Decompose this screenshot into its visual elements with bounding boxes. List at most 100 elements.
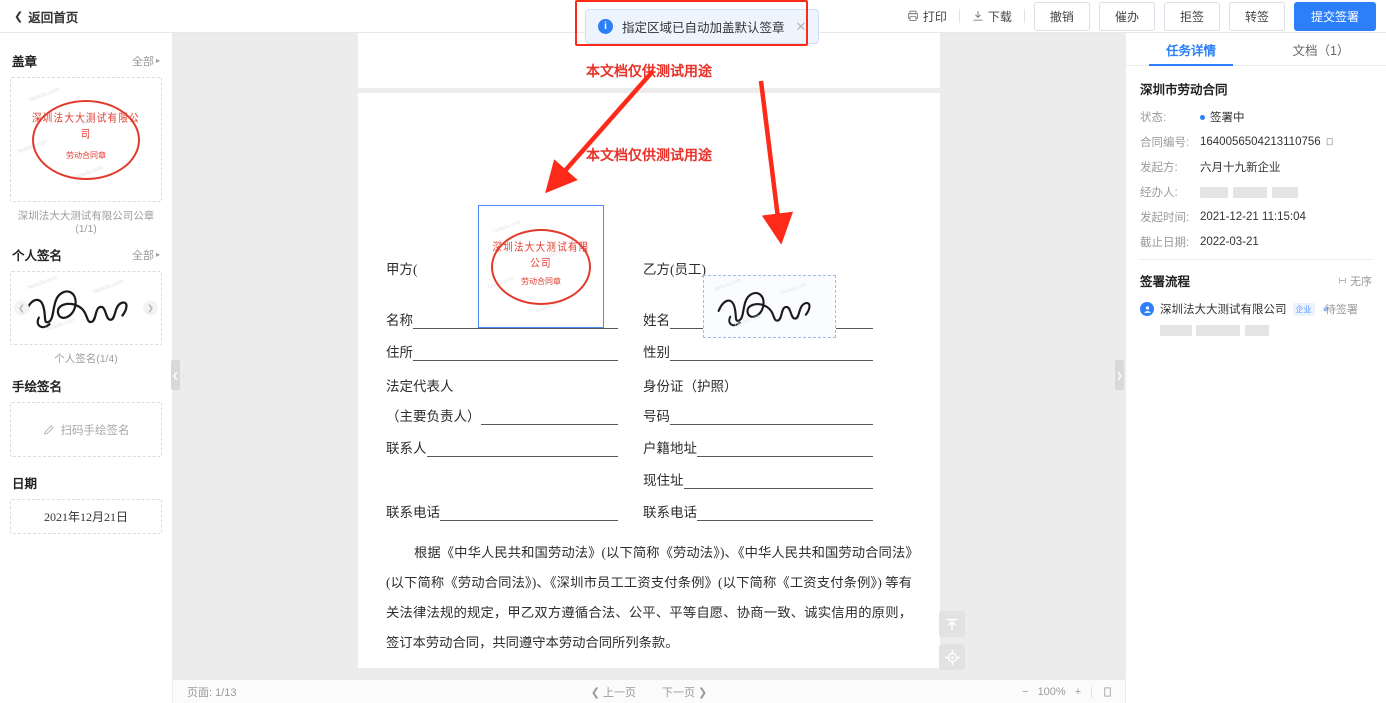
- back-to-home-button[interactable]: ❮ 返回首页: [14, 7, 78, 26]
- signature-next-button[interactable]: ❯: [143, 300, 158, 316]
- handdraw-signature-card[interactable]: 扫码手绘签名: [10, 402, 162, 457]
- reject-sign-button[interactable]: 拒签: [1163, 1, 1220, 31]
- arrow-up-to-line-icon: [946, 618, 958, 631]
- field-row: 联系电话: [386, 503, 618, 521]
- seal-company-name: 深圳法大大测试有限公司: [32, 113, 141, 141]
- next-page-label: 下一页: [662, 686, 695, 699]
- handdraw-section-title: 手绘签名: [12, 380, 63, 394]
- deadline-value: 2022-03-21: [1200, 236, 1259, 248]
- submit-sign-button[interactable]: 提交签署: [1293, 1, 1376, 31]
- person-icon: [1143, 305, 1151, 313]
- field-label: 联系电话: [643, 505, 697, 520]
- next-page-button[interactable]: 下一页 ❯: [662, 684, 707, 700]
- viewer-bottom-bar: 页面: 1/13 ❮ 上一页 下一页 ❯ − 100% + |: [173, 679, 1125, 703]
- field-spacer: [386, 471, 618, 489]
- field-label: 性别: [643, 345, 670, 360]
- urge-button[interactable]: 催办: [1098, 1, 1155, 31]
- right-panel-collapse-handle[interactable]: ❯: [1115, 360, 1124, 390]
- field-underline: [683, 477, 873, 489]
- pencil-icon: [43, 424, 53, 434]
- field-label: 身份证（护照）: [643, 379, 738, 394]
- contract-form: 甲方( 乙方(员工) 名称 住所 法定代表人 （主要负责人） 联系人 联系电话: [358, 93, 940, 668]
- seal-caption: 深圳法大大测试有限公司公章(1/1): [17, 210, 155, 235]
- field-label: 联系电话: [386, 505, 440, 520]
- seal-thumbnail-card[interactable]: fadada.com fadada.com fadada.com fadada.…: [10, 77, 162, 202]
- field-underline: [670, 413, 873, 425]
- annotation-highlight-box: [575, 0, 808, 46]
- placed-seal-field[interactable]: fadada.com fadada.com fadada.com fadada.…: [478, 205, 604, 328]
- start-time-value: 2021-12-21 11:15:04: [1200, 211, 1306, 223]
- scroll-to-top-button[interactable]: [939, 611, 965, 637]
- field-underline: [697, 445, 873, 457]
- party-a-fields: 名称 住所 法定代表人 （主要负责人） 联系人 联系电话: [386, 311, 618, 535]
- print-button[interactable]: 打印: [895, 8, 959, 25]
- field-label: （主要负责人）: [386, 409, 481, 424]
- seal-view-all-label: 全部: [131, 55, 154, 68]
- field-row: 住所: [386, 343, 618, 361]
- field-underline: [480, 413, 618, 425]
- flow-participant-row: 深圳法大大测试有限公司 企业 待签署: [1140, 301, 1372, 317]
- field-row: 性别: [643, 343, 873, 361]
- flow-order-toggle[interactable]: 无序: [1338, 273, 1372, 289]
- document-scroll-area[interactable]: 本文档仅供测试用途 本文档仅供测试用途 甲方( 乙方(员工) 名称 住所 法定代…: [173, 33, 1125, 679]
- placed-signature-field[interactable]: fadada.com fadada.com fadada.com: [703, 275, 836, 338]
- prev-page-button[interactable]: ❮ 上一页: [591, 684, 636, 700]
- handdraw-section-header: 手绘签名: [12, 376, 160, 395]
- date-stamp-card[interactable]: 2021年12月21日: [10, 499, 162, 534]
- download-label: 下载: [987, 9, 1012, 24]
- field-row: 号码: [643, 407, 873, 425]
- detail-value-wrap: 1640056504213110756: [1200, 136, 1335, 148]
- zoom-in-button[interactable]: +: [1075, 686, 1081, 698]
- printer-icon: [907, 10, 918, 22]
- field-underline: [413, 349, 618, 361]
- signature-section-header: 个人签名 全部 ▸: [12, 245, 160, 264]
- company-seal-graphic: 深圳法大大测试有限公司 劳动合同章: [32, 99, 141, 180]
- revoke-button[interactable]: 撤销: [1033, 1, 1090, 31]
- initiator-value: 六月十九新企业: [1200, 162, 1281, 174]
- zoom-out-button[interactable]: −: [1022, 686, 1028, 698]
- signature-view-all-label: 全部: [131, 249, 154, 262]
- detail-key: 发起方:: [1140, 162, 1178, 174]
- personal-signature-graphic: [24, 290, 128, 329]
- tab-documents[interactable]: 文档（1）: [1256, 33, 1386, 65]
- locate-field-button[interactable]: [939, 644, 965, 670]
- contract-signing-app: ❮ 返回首页 打印 下载 撤销 催办 拒签 转签 提交签署 i 指定区域已自动加…: [0, 0, 1386, 703]
- status-value: 签署中: [1210, 112, 1245, 124]
- panel-body: 深圳市劳动合同 状态: 签署中 合同编号: 164005650421311075…: [1126, 66, 1386, 341]
- right-panel: 任务详情 文档（1） 深圳市劳动合同 状态: 签署中 合同编号: 1640056…: [1125, 33, 1386, 703]
- chevron-right-icon: ▸: [155, 250, 160, 259]
- detail-key: 经办人:: [1140, 187, 1178, 199]
- signature-caption: 个人签名(1/4): [54, 353, 118, 365]
- masked-block: [1272, 186, 1298, 198]
- detail-key: 状态:: [1140, 112, 1167, 124]
- detail-row-start-time: 发起时间: 2021-12-21 11:15:04: [1140, 209, 1372, 225]
- field-label: 现住址: [643, 473, 684, 488]
- field-label: 姓名: [643, 313, 670, 328]
- signature-view-all-link[interactable]: 全部 ▸: [132, 247, 160, 263]
- flow-header: 签署流程 无序: [1140, 271, 1372, 290]
- print-label: 打印: [922, 9, 947, 24]
- signature-thumbnail-card[interactable]: ❮ ❯ fadada.com fadada.com fadada.com: [10, 271, 162, 345]
- contract-paragraph: 根据《中华人民共和国劳动法》(以下简称《劳动法》)、《中华人民共和国劳动合同法》…: [386, 545, 912, 650]
- transfer-sign-button[interactable]: 转签: [1228, 1, 1285, 31]
- party-b-fields: 姓名 性别 身份证（护照） 号码 户籍地址 现住址 联系电话: [643, 311, 873, 535]
- flow-title: 签署流程: [1140, 275, 1191, 289]
- signature-prev-button[interactable]: ❮: [14, 300, 29, 316]
- avatar: [1140, 302, 1154, 316]
- field-label: 住所: [386, 345, 413, 360]
- download-button[interactable]: 下载: [960, 8, 1024, 25]
- masked-block: [1160, 325, 1192, 336]
- fit-page-icon[interactable]: [1102, 686, 1113, 698]
- copy-icon[interactable]: [1326, 137, 1335, 147]
- chevron-right-icon: ▸: [155, 56, 160, 65]
- seal-view-all-link[interactable]: 全部 ▸: [132, 53, 160, 69]
- tab-task-detail[interactable]: 任务详情: [1126, 33, 1256, 66]
- toolbar-actions: 打印 下载 撤销 催办 拒签 转签 提交签署: [895, 1, 1376, 31]
- unordered-icon: [1339, 277, 1346, 284]
- field-row: 联系人: [386, 439, 618, 457]
- contract-title: 深圳市劳动合同: [1140, 83, 1228, 97]
- sidebar-collapse-handle[interactable]: ❮: [171, 360, 180, 390]
- masked-block: [1233, 186, 1267, 198]
- detail-row-contract-no: 合同编号: 1640056504213110756: [1140, 134, 1372, 150]
- party-a-label: 甲方(: [386, 262, 418, 277]
